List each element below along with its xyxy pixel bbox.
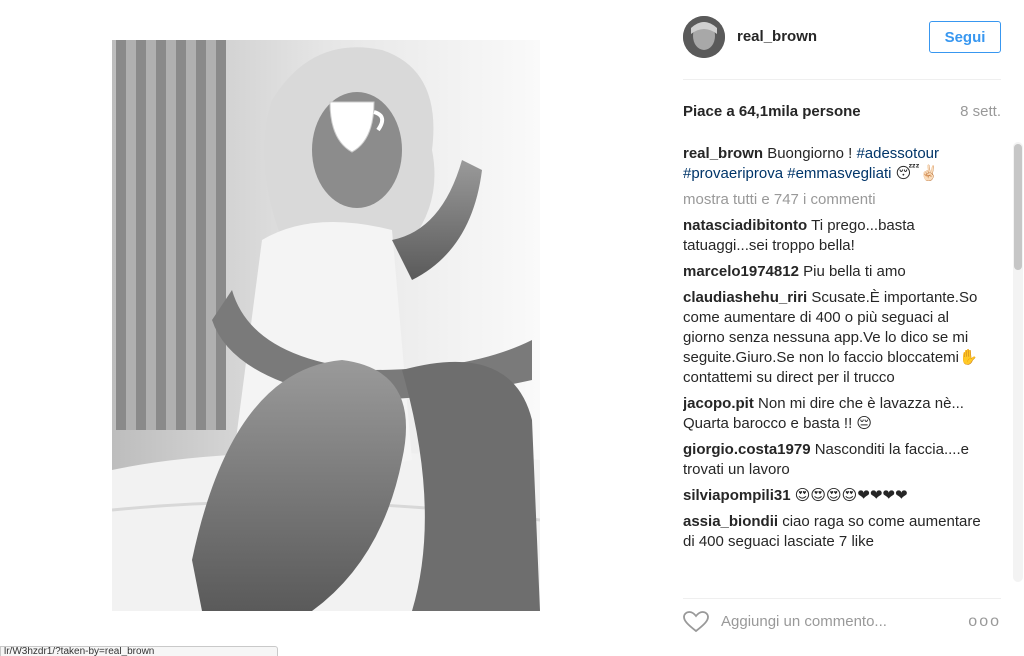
status-bar-url: lr/W3hzdr1/?taken-by=real_brown xyxy=(0,646,278,656)
avatar-image xyxy=(683,16,725,58)
post-header: real_brown Segui xyxy=(683,16,1001,60)
hashtag-link[interactable]: #emmasvegliati xyxy=(787,165,891,182)
show-all-comments-link[interactable]: mostra tutti e 747 i commenti xyxy=(683,190,989,210)
comment-text: Piu bella ti amo xyxy=(803,263,906,280)
comment-author[interactable]: natasciadibitonto xyxy=(683,217,807,234)
caption-author[interactable]: real_brown xyxy=(683,145,763,162)
scrollbar-thumb[interactable] xyxy=(1014,144,1022,270)
hashtag-link[interactable]: #adessotour xyxy=(856,145,939,162)
username[interactable]: real_brown xyxy=(737,28,817,45)
post-photo[interactable] xyxy=(112,40,540,611)
comment-text: 😍😍😍😍❤❤❤❤ xyxy=(794,487,908,504)
hashtag-link[interactable]: #provaeriprova xyxy=(683,165,783,182)
list-item: jacopo.pit Non mi dire che è lavazza nè.… xyxy=(683,394,989,434)
comments-list: real_brown Buongiorno ! #adessotour #pro… xyxy=(683,144,989,580)
comments-scrollbar[interactable] xyxy=(1013,142,1023,582)
comment-author[interactable]: silviapompili31 xyxy=(683,487,791,504)
comment-bar: ooo xyxy=(683,598,1001,642)
comment-author[interactable]: claudiashehu_riri xyxy=(683,289,807,306)
list-item: assia_biondii ciao raga so come aumentar… xyxy=(683,512,989,552)
likes-row: Piace a 64,1mila persone 8 sett. xyxy=(683,103,1001,123)
heart-icon[interactable] xyxy=(683,611,709,633)
caption-text: Buongiorno ! xyxy=(767,145,857,162)
list-item: marcelo1974812 Piu bella ti amo xyxy=(683,262,989,282)
comment-author[interactable]: jacopo.pit xyxy=(683,395,754,412)
list-item: silviapompili31 😍😍😍😍❤❤❤❤ xyxy=(683,486,989,506)
header-divider xyxy=(683,79,1001,80)
more-options-icon[interactable]: ooo xyxy=(968,613,1001,631)
list-item: claudiashehu_riri Scusate.È importante.S… xyxy=(683,288,989,388)
comment-author[interactable]: assia_biondii xyxy=(683,513,778,530)
likes-count[interactable]: Piace a 64,1mila persone xyxy=(683,103,861,120)
list-item: natasciadibitonto Ti prego...basta tatua… xyxy=(683,216,989,256)
follow-button[interactable]: Segui xyxy=(929,21,1001,53)
list-item: giorgio.costa1979 Nasconditi la faccia..… xyxy=(683,440,989,480)
comment-input[interactable] xyxy=(721,609,951,633)
caption: real_brown Buongiorno ! #adessotour #pro… xyxy=(683,144,989,184)
comment-author[interactable]: giorgio.costa1979 xyxy=(683,441,811,458)
photo-image xyxy=(112,40,540,611)
avatar[interactable] xyxy=(683,16,725,58)
post-time[interactable]: 8 sett. xyxy=(960,103,1001,120)
post-details-panel: real_brown Segui Piace a 64,1mila person… xyxy=(683,0,1001,656)
comment-author[interactable]: marcelo1974812 xyxy=(683,263,799,280)
caption-emoji: 😴✌🏻 xyxy=(895,165,939,182)
